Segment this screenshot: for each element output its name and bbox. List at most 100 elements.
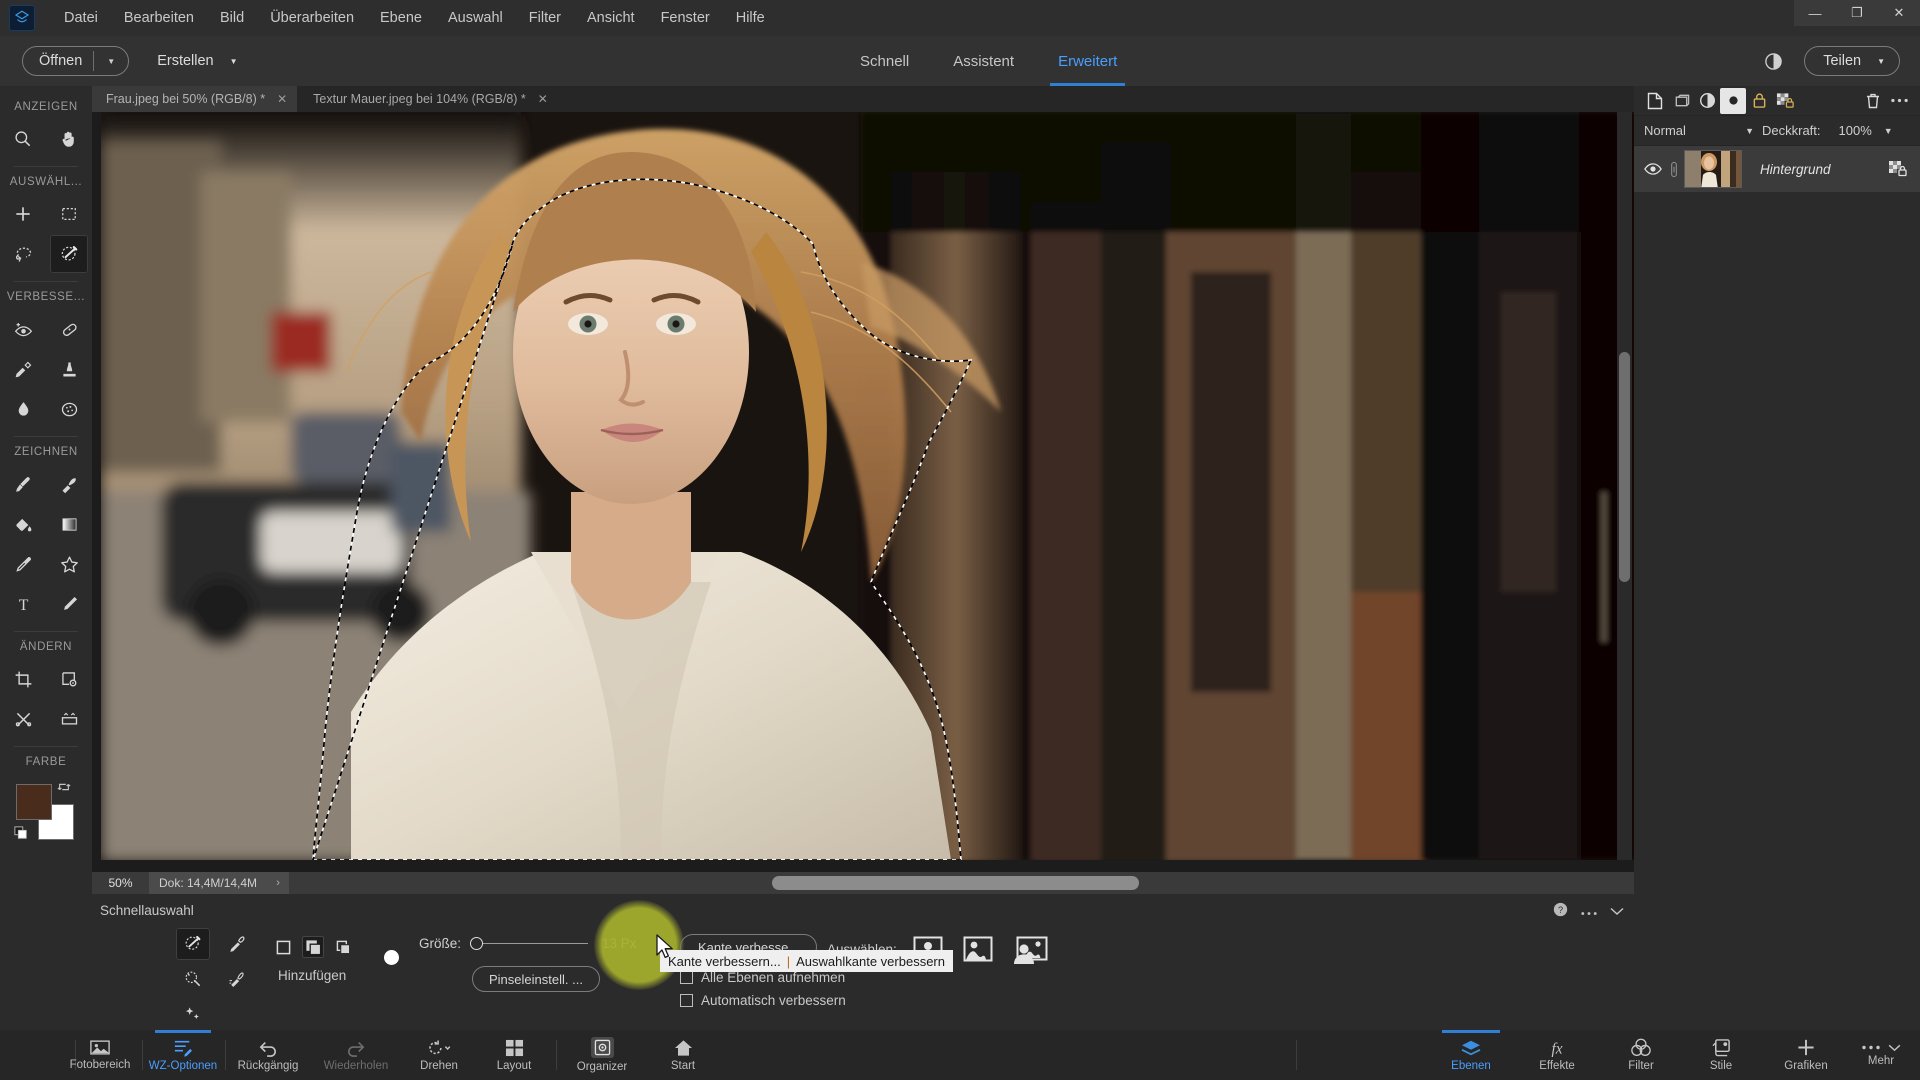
brush-size-slider[interactable]	[470, 937, 589, 951]
brush-tool[interactable]	[4, 465, 42, 503]
auto-selection-tool-option[interactable]	[176, 998, 210, 1030]
pencil-tool[interactable]	[50, 585, 88, 623]
sponge-tool[interactable]	[50, 390, 88, 428]
clone-stamp-tool[interactable]	[50, 350, 88, 388]
content-aware-move-tool[interactable]	[4, 700, 42, 738]
brush-size-preview[interactable]	[384, 950, 399, 965]
layer-thumbnail[interactable]	[1684, 150, 1742, 188]
chevron-down-icon[interactable]: ▼	[94, 57, 128, 66]
more-dots-icon[interactable]	[1581, 903, 1597, 921]
help-circle-icon[interactable]: ?	[1553, 902, 1568, 922]
menu-bild[interactable]: Bild	[207, 0, 257, 36]
menu-ansicht[interactable]: Ansicht	[574, 0, 648, 36]
spot-healing-tool[interactable]	[50, 310, 88, 348]
eyedropper-tool[interactable]	[4, 545, 42, 583]
opacity-value[interactable]: 100%	[1839, 123, 1872, 138]
taskbar-item-ebenen[interactable]: Ebenen	[1432, 1030, 1510, 1080]
taskbar-item-grafiken[interactable]: Grafiken	[1764, 1030, 1848, 1080]
taskbar-item-layout[interactable]: Layout	[478, 1030, 550, 1080]
select-subject-preset[interactable]	[1011, 936, 1048, 964]
taskbar-item-mehr[interactable]: Mehr	[1848, 1030, 1914, 1080]
type-tool[interactable]: T	[4, 585, 42, 623]
select-sky-preset[interactable]	[961, 936, 995, 962]
lock-transparency-button[interactable]	[1772, 88, 1798, 114]
checkbox-box[interactable]	[680, 971, 693, 984]
chevron-down-icon[interactable]	[1610, 903, 1624, 921]
close-icon[interactable]: ✕	[538, 92, 548, 106]
blur-tool[interactable]	[4, 390, 42, 428]
swap-colors-icon[interactable]	[57, 780, 71, 797]
slider-knob[interactable]	[470, 937, 484, 950]
taskbar-item-filter[interactable]: Filter	[1604, 1030, 1678, 1080]
menu-ueberarbeiten[interactable]: Überarbeiten	[257, 0, 367, 36]
table-row[interactable]: Hintergrund	[1634, 146, 1920, 192]
taskbar-item-start[interactable]: Start	[650, 1030, 716, 1080]
gradient-tool[interactable]	[50, 505, 88, 543]
lock-layer-button[interactable]	[1746, 88, 1772, 114]
add-to-selection-button[interactable]	[302, 936, 324, 958]
taskbar-item-effekte[interactable]: fx Effekte	[1518, 1030, 1596, 1080]
subtract-from-selection-button[interactable]	[332, 936, 354, 958]
tab-erweitert[interactable]: Erweitert	[1036, 36, 1139, 86]
taskbar-item-rueckgaengig[interactable]: Rückgängig	[228, 1030, 308, 1080]
contrast-icon[interactable]	[1758, 46, 1788, 76]
menu-hilfe[interactable]: Hilfe	[723, 0, 778, 36]
layer-name[interactable]: Hintergrund	[1760, 162, 1888, 177]
menu-ebene[interactable]: Ebene	[367, 0, 435, 36]
taskbar-item-drehen[interactable]: Drehen	[404, 1030, 474, 1080]
menu-fenster[interactable]: Fenster	[648, 0, 723, 36]
straighten-tool[interactable]	[50, 700, 88, 738]
menu-bearbeiten[interactable]: Bearbeiten	[111, 0, 207, 36]
custom-shape-tool[interactable]	[50, 545, 88, 583]
zoom-level-field[interactable]: 50%	[92, 872, 149, 894]
close-button[interactable]: ✕	[1878, 0, 1920, 26]
taskbar-item-organizer[interactable]: Organizer	[560, 1030, 644, 1080]
recompose-tool[interactable]	[50, 660, 88, 698]
doc-tab-frau[interactable]: Frau.jpeg bei 50% (RGB/8) * ✕	[92, 86, 298, 112]
menu-datei[interactable]: Datei	[51, 0, 111, 36]
rectangular-marquee-tool[interactable]	[50, 195, 88, 233]
open-button[interactable]: Öffnen ▼	[22, 46, 130, 76]
selection-brush-tool-option[interactable]	[220, 928, 254, 960]
layer-mask-button[interactable]	[1720, 87, 1746, 114]
taskbar-item-stile[interactable]: Stile	[1686, 1030, 1756, 1080]
panel-menu-button[interactable]	[1886, 88, 1912, 114]
maximize-button[interactable]: ❐	[1836, 0, 1878, 26]
tab-schnell[interactable]: Schnell	[838, 36, 931, 86]
default-colors-icon[interactable]	[14, 826, 28, 845]
checkbox-automatisch-verbessern[interactable]: Automatisch verbessern	[680, 993, 846, 1008]
image-canvas[interactable]	[92, 112, 1634, 872]
new-layer-button[interactable]	[1642, 88, 1668, 114]
hand-tool[interactable]	[50, 120, 88, 158]
delete-layer-button[interactable]	[1860, 88, 1886, 114]
tab-assistent[interactable]: Assistent	[931, 36, 1036, 86]
duplicate-layer-button[interactable]	[1668, 88, 1694, 114]
canvas-horizontal-scrollbar-thumb[interactable]	[772, 876, 1139, 890]
taskbar-item-fotobereich[interactable]: Fotobereich	[62, 1030, 138, 1080]
checkbox-box[interactable]	[680, 994, 693, 1007]
refine-selection-brush-tool-option[interactable]	[220, 963, 254, 995]
chevron-right-icon[interactable]: ›	[267, 872, 290, 894]
canvas-vertical-scrollbar-thumb[interactable]	[1619, 352, 1630, 582]
zoom-tool[interactable]	[4, 120, 42, 158]
paint-bucket-tool[interactable]	[4, 505, 42, 543]
magic-wand-tool-option[interactable]	[176, 963, 210, 995]
minimize-button[interactable]: —	[1794, 0, 1836, 26]
impressionist-brush-tool[interactable]	[50, 465, 88, 503]
blend-mode-select[interactable]: Normal ▼	[1644, 123, 1754, 138]
foreground-color-swatch[interactable]	[16, 784, 52, 820]
crop-tool[interactable]	[4, 660, 42, 698]
adjustment-layer-button[interactable]	[1694, 88, 1720, 114]
chevron-down-icon[interactable]: ▼	[1745, 126, 1754, 136]
move-tool[interactable]	[4, 195, 42, 233]
taskbar-item-wz-optionen[interactable]: WZ-Optionen	[145, 1030, 221, 1080]
menu-filter[interactable]: Filter	[516, 0, 574, 36]
taskbar-item-wiederholen[interactable]: Wiederholen	[312, 1030, 400, 1080]
red-eye-tool[interactable]	[4, 310, 42, 348]
chevron-down-icon[interactable]: ▼	[1884, 126, 1893, 136]
close-icon[interactable]: ✕	[277, 92, 287, 106]
lasso-tool[interactable]	[4, 235, 42, 273]
smart-brush-tool[interactable]	[4, 350, 42, 388]
quick-selection-tool[interactable]	[50, 235, 88, 273]
brush-settings-button[interactable]: Pinseleinstell. ...	[472, 966, 600, 992]
